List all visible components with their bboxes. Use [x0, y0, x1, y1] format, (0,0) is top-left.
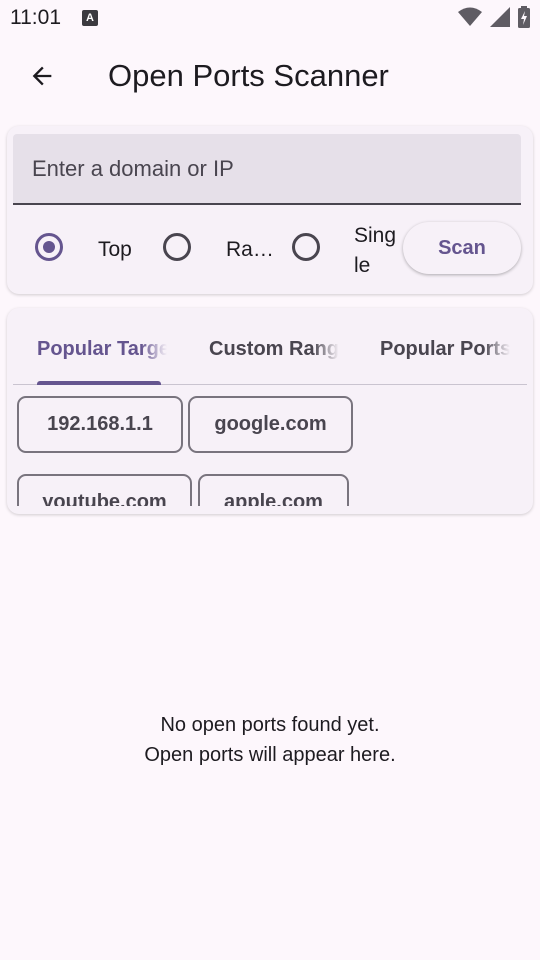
tab-popular-ports[interactable]: Popular Ports: [380, 308, 510, 385]
targets-card: Popular Targets Custom Ranges Popular Po…: [7, 308, 533, 514]
status-time: 11:01: [10, 6, 61, 29]
back-button[interactable]: [22, 56, 62, 96]
radio-single[interactable]: [292, 233, 320, 261]
chip-target[interactable]: apple.com: [198, 474, 349, 506]
status-bar: 11:01 A: [0, 0, 540, 36]
tab-custom-ranges-label: Custom Ranges: [209, 338, 339, 360]
page-title: Open Ports Scanner: [108, 58, 389, 93]
radio-top[interactable]: [35, 233, 63, 261]
tab-indicator: [37, 381, 161, 385]
screen: 11:01 A Open Ports Scanner Enter a domai…: [0, 0, 540, 960]
radio-range[interactable]: [163, 233, 191, 261]
battery-icon: [518, 6, 530, 28]
radio-top-label: Top: [98, 238, 132, 261]
notification-icon: A: [82, 10, 98, 26]
tab-popular-targets-label: Popular Targets: [37, 338, 167, 360]
domain-text-field[interactable]: [13, 134, 521, 205]
radio-single-label-line1: Sing: [354, 224, 397, 247]
chip-target[interactable]: google.com: [188, 396, 353, 453]
chip-target[interactable]: 192.168.1.1: [17, 396, 183, 453]
status-icons: [458, 6, 530, 28]
scan-mode-radio-group: Top Ra… Sing le Scan: [7, 218, 533, 278]
empty-state-line2: Open ports will appear here.: [144, 744, 396, 766]
scan-button[interactable]: Scan: [403, 222, 521, 274]
target-chips: 192.168.1.1 google.com youtube.com apple…: [17, 396, 527, 506]
scan-input-card: Top Ra… Sing le Scan: [7, 126, 533, 294]
radio-single-label-line2: le: [354, 254, 371, 277]
wifi-icon: [458, 7, 482, 26]
app-bar: Open Ports Scanner: [0, 40, 540, 116]
empty-state: No open ports found yet. Open ports will…: [0, 710, 540, 770]
tab-custom-ranges[interactable]: Custom Ranges: [209, 308, 339, 385]
tab-bar: Popular Targets Custom Ranges Popular Po…: [13, 308, 527, 385]
domain-input[interactable]: [13, 134, 521, 203]
tab-popular-targets[interactable]: Popular Targets: [37, 308, 167, 385]
tab-popular-ports-label: Popular Ports: [380, 338, 510, 360]
empty-state-line1: No open ports found yet.: [160, 714, 380, 736]
radio-range-label: Ra…: [226, 238, 274, 261]
signal-icon: [490, 7, 510, 27]
arrow-back-icon: [32, 66, 52, 86]
chip-target[interactable]: youtube.com: [17, 474, 192, 506]
